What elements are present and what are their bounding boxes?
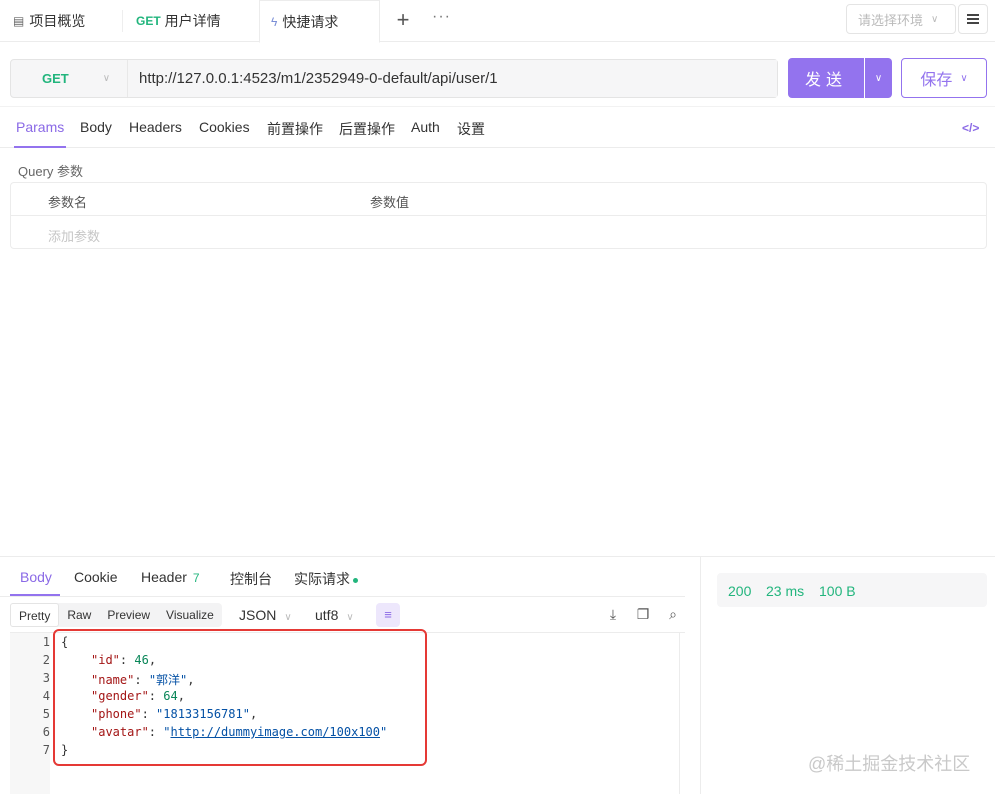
format-select[interactable]: JSON ∨ bbox=[239, 607, 292, 623]
tab-actual-request[interactable]: 实际请求 bbox=[294, 569, 358, 589]
line-number: 3 bbox=[42, 671, 50, 685]
send-options-button[interactable]: ∨ bbox=[865, 58, 892, 98]
view-mode-raw[interactable]: Raw bbox=[59, 603, 99, 627]
tab-project-overview[interactable]: ▤ 项目概览 bbox=[13, 0, 85, 42]
tab-body[interactable]: Body bbox=[80, 119, 112, 135]
status-dot-icon bbox=[353, 577, 358, 583]
line-number: 7 bbox=[42, 743, 50, 757]
method-value: GET bbox=[42, 71, 69, 86]
save-label: 保存 bbox=[920, 72, 953, 89]
column-header-value: 参数值 bbox=[370, 195, 410, 210]
tab-user-detail[interactable]: GET 用户详情 bbox=[136, 0, 221, 42]
line-number-gutter: 1 2 3 4 5 6 7 bbox=[10, 633, 50, 794]
line-number: 1 bbox=[42, 635, 50, 649]
table-header: 参数名 参数值 bbox=[11, 183, 986, 216]
tab-pre-script[interactable]: 前置操作 bbox=[267, 119, 323, 139]
tab-quick-request[interactable]: ϟ 快捷请求 bbox=[259, 0, 380, 43]
tab-auth[interactable]: Auth bbox=[411, 119, 440, 135]
active-tab-indicator bbox=[14, 146, 66, 148]
chevron-down-icon: ∨ bbox=[960, 72, 968, 84]
view-mode-visualize[interactable]: Visualize bbox=[158, 603, 222, 627]
tab-label: 实际请求 bbox=[294, 571, 350, 587]
url-input[interactable] bbox=[128, 60, 777, 97]
chevron-down-icon: ∨ bbox=[874, 72, 883, 84]
header-count-badge: 7 bbox=[192, 571, 200, 585]
query-params-label: Query 参数 bbox=[18, 164, 84, 179]
tab-settings[interactable]: 设置 bbox=[457, 119, 485, 139]
tab-response-body[interactable]: Body bbox=[20, 569, 52, 585]
view-mode-pretty[interactable]: Pretty bbox=[10, 603, 60, 627]
query-params-table: 参数名 参数值 添加参数 bbox=[10, 182, 987, 249]
add-param-input[interactable]: 添加参数 bbox=[48, 226, 100, 245]
highlight-annotation-box bbox=[53, 629, 427, 766]
url-bar: GET ∨ bbox=[10, 59, 778, 98]
tab-console[interactable]: 控制台 bbox=[230, 569, 272, 589]
method-badge: GET bbox=[136, 14, 161, 28]
view-mode-preview[interactable]: Preview bbox=[99, 603, 158, 627]
encoding-select[interactable]: utf8 ∨ bbox=[315, 607, 354, 623]
format-value: JSON bbox=[239, 607, 277, 623]
tab-label: 快捷请求 bbox=[282, 13, 339, 30]
method-select[interactable]: GET ∨ bbox=[11, 60, 128, 97]
add-tab-button[interactable]: + bbox=[391, 8, 415, 32]
encoding-value: utf8 bbox=[315, 607, 339, 623]
tab-label: Header bbox=[141, 569, 187, 585]
code-icon[interactable]: </> bbox=[962, 121, 979, 135]
environment-placeholder: 请选择环境 bbox=[858, 12, 924, 28]
wrap-lines-icon[interactable]: ≡ bbox=[376, 603, 400, 627]
tab-headers[interactable]: Headers bbox=[129, 119, 182, 135]
active-tab-indicator bbox=[10, 594, 60, 596]
more-tabs-button[interactable]: ··· bbox=[432, 8, 451, 26]
column-header-name: 参数名 bbox=[48, 195, 88, 210]
chevron-down-icon: ∨ bbox=[931, 13, 939, 25]
tab-response-header[interactable]: Header 7 bbox=[141, 569, 200, 585]
tab-post-script[interactable]: 后置操作 bbox=[339, 119, 395, 139]
editor-scrollbar[interactable] bbox=[679, 633, 680, 794]
response-status-bar: 200 23 ms 100 B bbox=[717, 573, 987, 607]
status-code: 200 bbox=[728, 583, 752, 599]
line-number: 6 bbox=[42, 725, 50, 739]
response-vertical-divider bbox=[700, 557, 701, 794]
tab-cookies[interactable]: Cookies bbox=[199, 119, 250, 135]
response-toolbar: Pretty Raw Preview Visualize JSON ∨ utf8 ∨… bbox=[10, 603, 685, 629]
tab-label: 用户详情 bbox=[164, 13, 221, 29]
chevron-down-icon: ∨ bbox=[346, 612, 354, 623]
response-size: 100 B bbox=[819, 583, 856, 599]
view-mode-switch: Pretty Raw Preview Visualize bbox=[10, 603, 222, 627]
tab-params[interactable]: Params bbox=[16, 119, 64, 135]
line-number: 4 bbox=[42, 689, 50, 703]
download-icon[interactable]: ⤓ bbox=[605, 606, 621, 622]
line-number: 2 bbox=[42, 653, 50, 667]
copy-icon[interactable]: ❐ bbox=[635, 606, 651, 622]
lightning-icon: ϟ bbox=[271, 14, 278, 29]
environment-select[interactable]: 请选择环境 ∨ bbox=[846, 4, 956, 34]
hamburger-icon bbox=[967, 14, 979, 24]
menu-button[interactable] bbox=[958, 4, 988, 34]
response-tabs: Body Cookie Header 7 控制台 实际请求 bbox=[0, 557, 685, 597]
line-number: 5 bbox=[42, 707, 50, 721]
tab-divider bbox=[122, 10, 123, 32]
response-time: 23 ms bbox=[766, 583, 805, 599]
tab-bar: ▤ 项目概览 GET 用户详情 ϟ 快捷请求 + ··· 请选择环境 ∨ bbox=[0, 0, 995, 43]
chevron-down-icon: ∨ bbox=[102, 73, 111, 84]
chevron-down-icon: ∨ bbox=[284, 612, 292, 623]
request-tabs: Params Body Headers Cookies 前置操作 后置操作 Au… bbox=[0, 106, 995, 148]
send-button[interactable]: 发送 bbox=[788, 58, 864, 98]
save-button[interactable]: 保存 ∨ bbox=[901, 58, 987, 98]
layout-icon: ▤ bbox=[13, 14, 25, 28]
tab-response-cookie[interactable]: Cookie bbox=[74, 569, 118, 585]
watermark: @稀土掘金技术社区 bbox=[808, 754, 971, 774]
tab-label: 项目概览 bbox=[29, 13, 86, 29]
search-icon[interactable]: ⌕ bbox=[665, 606, 681, 622]
